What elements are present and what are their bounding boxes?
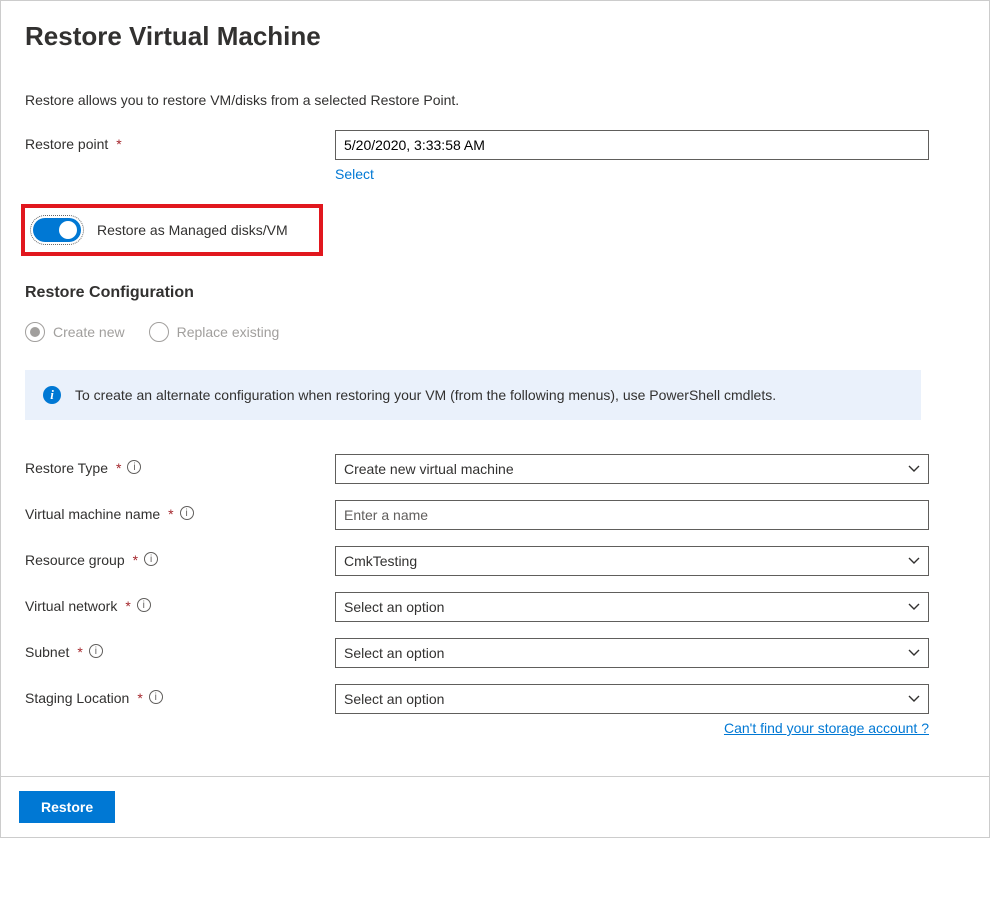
virtual-network-label: Virtual network* i xyxy=(25,592,335,614)
vm-name-row: Virtual machine name* i xyxy=(25,500,965,530)
help-icon[interactable]: i xyxy=(137,598,151,612)
radio-replace-existing-indicator xyxy=(149,322,169,342)
resource-group-label: Resource group* i xyxy=(25,546,335,568)
restore-point-input[interactable] xyxy=(335,130,929,160)
staging-location-label: Staging Location* i xyxy=(25,684,335,706)
staging-location-row: Staging Location* i Select an option Can… xyxy=(25,684,965,736)
managed-disks-callout: Restore as Managed disks/VM xyxy=(21,204,323,256)
chevron-down-icon xyxy=(908,555,920,567)
virtual-network-dropdown[interactable]: Select an option xyxy=(335,592,929,622)
restore-config-header: Restore Configuration xyxy=(25,284,965,302)
restore-type-label: Restore Type* i xyxy=(25,454,335,476)
chevron-down-icon xyxy=(908,601,920,613)
subnet-row: Subnet* i Select an option xyxy=(25,638,965,668)
storage-account-help-link[interactable]: Can't find your storage account ? xyxy=(724,720,929,736)
info-icon: i xyxy=(43,386,61,404)
panel-footer: Restore xyxy=(1,776,989,837)
radio-replace-existing-label: Replace existing xyxy=(177,324,280,340)
restore-type-row: Restore Type* i Create new virtual machi… xyxy=(25,454,965,484)
restore-config-radio-group: Create new Replace existing xyxy=(25,322,965,342)
resource-group-value: CmkTesting xyxy=(344,553,417,569)
restore-type-dropdown[interactable]: Create new virtual machine xyxy=(335,454,929,484)
help-icon[interactable]: i xyxy=(180,506,194,520)
required-asterisk: * xyxy=(116,136,121,152)
info-banner: i To create an alternate configuration w… xyxy=(25,370,921,420)
staging-location-value: Select an option xyxy=(344,691,444,707)
managed-disks-toggle-label: Restore as Managed disks/VM xyxy=(97,222,288,238)
restore-point-input-col: Select xyxy=(335,130,965,182)
restore-button[interactable]: Restore xyxy=(19,791,115,823)
virtual-network-row: Virtual network* i Select an option xyxy=(25,592,965,622)
subnet-label: Subnet* i xyxy=(25,638,335,660)
help-icon[interactable]: i xyxy=(89,644,103,658)
radio-create-new-indicator xyxy=(25,322,45,342)
storage-link-row: Can't find your storage account ? xyxy=(335,720,929,736)
panel-body: Restore Virtual Machine Restore allows y… xyxy=(1,1,989,776)
page-title: Restore Virtual Machine xyxy=(25,21,965,52)
radio-replace-existing[interactable]: Replace existing xyxy=(149,322,280,342)
resource-group-dropdown[interactable]: CmkTesting xyxy=(335,546,929,576)
radio-create-new[interactable]: Create new xyxy=(25,322,125,342)
virtual-network-value: Select an option xyxy=(344,599,444,615)
page-description: Restore allows you to restore VM/disks f… xyxy=(25,92,965,108)
resource-group-row: Resource group* i CmkTesting xyxy=(25,546,965,576)
restore-vm-panel: Restore Virtual Machine Restore allows y… xyxy=(0,0,990,838)
managed-disks-toggle[interactable] xyxy=(33,218,81,242)
chevron-down-icon xyxy=(908,693,920,705)
vm-name-input[interactable] xyxy=(335,500,929,530)
staging-location-dropdown[interactable]: Select an option xyxy=(335,684,929,714)
restore-point-row: Restore point* Select xyxy=(25,130,965,182)
info-banner-text: To create an alternate configuration whe… xyxy=(75,387,776,403)
subnet-value: Select an option xyxy=(344,645,444,661)
restore-point-label: Restore point* xyxy=(25,130,335,152)
chevron-down-icon xyxy=(908,463,920,475)
chevron-down-icon xyxy=(908,647,920,659)
restore-type-value: Create new virtual machine xyxy=(344,461,514,477)
vm-name-label: Virtual machine name* i xyxy=(25,500,335,522)
restore-point-select-link[interactable]: Select xyxy=(335,166,374,182)
subnet-dropdown[interactable]: Select an option xyxy=(335,638,929,668)
radio-create-new-label: Create new xyxy=(53,324,125,340)
help-icon[interactable]: i xyxy=(127,460,141,474)
help-icon[interactable]: i xyxy=(144,552,158,566)
help-icon[interactable]: i xyxy=(149,690,163,704)
